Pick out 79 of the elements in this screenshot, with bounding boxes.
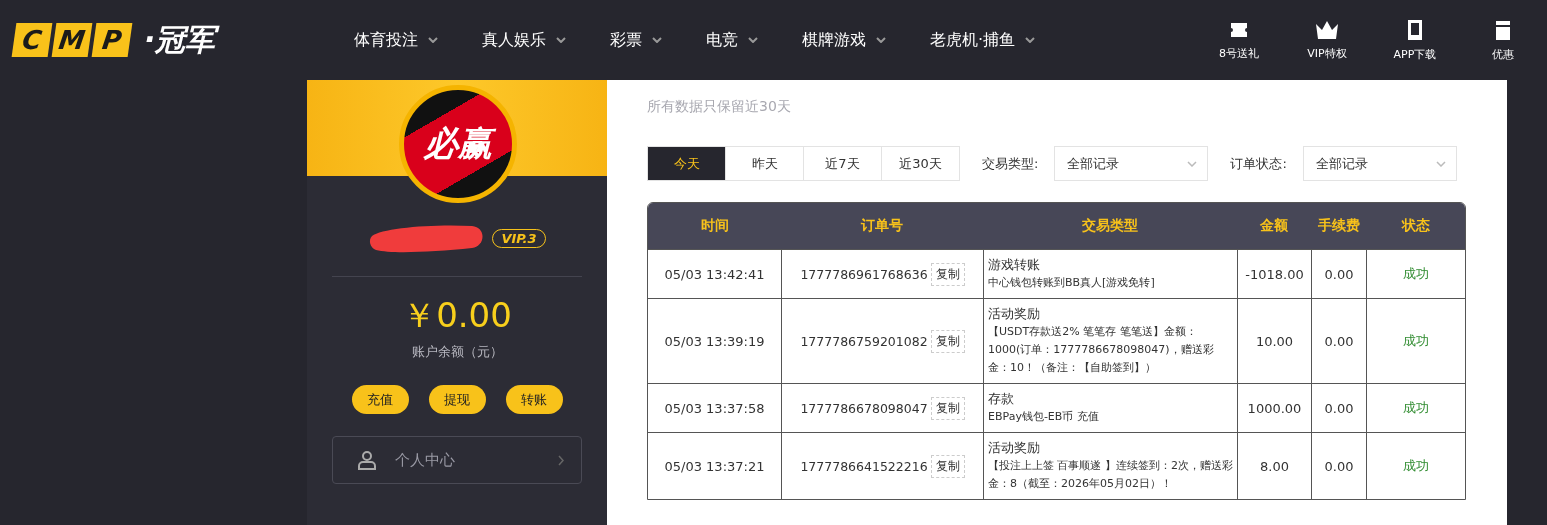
copy-button[interactable]: 复制 xyxy=(930,329,965,353)
nav-item[interactable]: 体育投注 xyxy=(354,29,438,51)
date-tab[interactable]: 今天 xyxy=(647,146,726,181)
balance-label: 账户余额（元） xyxy=(411,343,503,361)
copy-button[interactable]: 复制 xyxy=(930,262,965,286)
user-icon xyxy=(357,450,377,470)
quick-link[interactable]: VIP特权 xyxy=(1283,19,1371,61)
table-cell: 1000.00 xyxy=(1237,384,1311,432)
status-cell: 成功 xyxy=(1366,433,1465,499)
date-tab[interactable]: 近7天 xyxy=(803,146,882,181)
nav-item[interactable]: 老虎机·捕鱼 xyxy=(930,29,1036,51)
action-button[interactable]: 提现 xyxy=(428,385,486,414)
nav-item[interactable]: 真人娱乐 xyxy=(482,29,566,51)
status-cell: 成功 xyxy=(1366,384,1465,432)
logo-letter: M xyxy=(51,23,93,57)
filter-label: 交易类型: xyxy=(982,154,1039,173)
transaction-detail: EBPay钱包-EB币 充值 xyxy=(988,409,1100,425)
date-tab[interactable]: 近30天 xyxy=(881,146,960,181)
caret-icon xyxy=(748,37,758,43)
logo-letter: P xyxy=(91,23,133,57)
caret-icon xyxy=(652,37,662,43)
quick-link[interactable]: 优惠 xyxy=(1459,18,1547,62)
logo-wordmark: ·冠军 xyxy=(140,20,224,60)
table-cell: 0.00 xyxy=(1311,433,1366,499)
quick-link[interactable]: APP下载 xyxy=(1371,18,1459,62)
filter-select[interactable]: 全部记录 xyxy=(1302,146,1457,181)
caret-icon xyxy=(556,37,566,43)
table-cell: 10.00 xyxy=(1237,299,1311,383)
table-cell-text: 05/03 13:39:19 xyxy=(663,332,766,351)
chevron-icon xyxy=(558,454,565,466)
date-tab[interactable]: 昨天 xyxy=(725,146,804,181)
menu-item[interactable]: 个人中心 xyxy=(332,436,582,484)
retention-note: 所有数据只保留近30天 xyxy=(647,98,792,116)
order-number: 1777786961768636 xyxy=(800,266,928,282)
table-cell: 0.00 xyxy=(1311,384,1366,432)
caret-icon xyxy=(876,37,886,43)
transaction-type: 活动奖励 xyxy=(988,439,1041,457)
order-number: 1777786678098047 xyxy=(800,400,928,416)
table-cell: 8.00 xyxy=(1237,433,1311,499)
transaction-detail: 【投注上上签 百事顺遂 】连续签到：2次，赠送彩金：8（截至：2026年05月02日）！ xyxy=(988,458,1233,492)
phone-icon xyxy=(1407,18,1423,41)
copy-button[interactable]: 复制 xyxy=(930,454,965,478)
action-button[interactable]: 充值 xyxy=(351,385,409,414)
nav-item[interactable]: 电竞 xyxy=(706,29,758,51)
table-cell: 0.00 xyxy=(1311,299,1366,383)
order-number: 1777786759201082 xyxy=(800,333,928,349)
table-cell: -1018.00 xyxy=(1237,250,1311,298)
order-number: 1777786641522216 xyxy=(800,458,928,474)
column-header: 订单号 xyxy=(859,216,904,235)
quick-link[interactable]: 8号送礼 xyxy=(1195,19,1283,61)
nav-item[interactable]: 彩票 xyxy=(610,29,662,51)
caret-icon xyxy=(428,37,438,43)
filter-label: 订单状态: xyxy=(1230,154,1287,173)
column-header: 交易类型 xyxy=(1081,216,1139,235)
column-header: 金额 xyxy=(1259,216,1289,235)
copy-button[interactable]: 复制 xyxy=(930,396,965,420)
nav-item[interactable]: 棋牌游戏 xyxy=(802,29,886,51)
column-header: 状态 xyxy=(1400,216,1431,235)
transaction-detail: 中心钱包转账到BB真人[游戏免转] xyxy=(988,275,1156,291)
column-header: 时间 xyxy=(699,216,730,235)
table-cell-text: 05/03 13:37:58 xyxy=(663,399,766,418)
action-button[interactable]: 转账 xyxy=(505,385,563,414)
logo-letter: C xyxy=(11,23,53,57)
caret-icon xyxy=(1435,160,1446,167)
caret-icon xyxy=(1025,37,1036,43)
caret-icon xyxy=(1187,160,1198,167)
table-cell: 0.00 xyxy=(1311,250,1366,298)
filter-select[interactable]: 全部记录 xyxy=(1054,146,1209,181)
status-cell: 成功 xyxy=(1366,250,1465,298)
balance-amount: ￥0.00 xyxy=(402,294,512,337)
transaction-type: 存款 xyxy=(988,390,1015,408)
transaction-type: 游戏转账 xyxy=(988,256,1041,274)
table-cell-text: 05/03 13:42:41 xyxy=(663,265,766,284)
transaction-detail: 【USDT存款送2% 笔笔存 笔笔送】金额：1000(订单：1777786678098047)，赠送彩金：10！（备注：【自助签到】） xyxy=(988,324,1215,376)
table-cell-text: 05/03 13:37:21 xyxy=(663,457,766,476)
status-cell: 成功 xyxy=(1366,299,1465,383)
crown-icon xyxy=(1314,19,1340,40)
transaction-type: 活动奖励 xyxy=(988,305,1041,323)
column-header: 手续费 xyxy=(1316,216,1361,235)
